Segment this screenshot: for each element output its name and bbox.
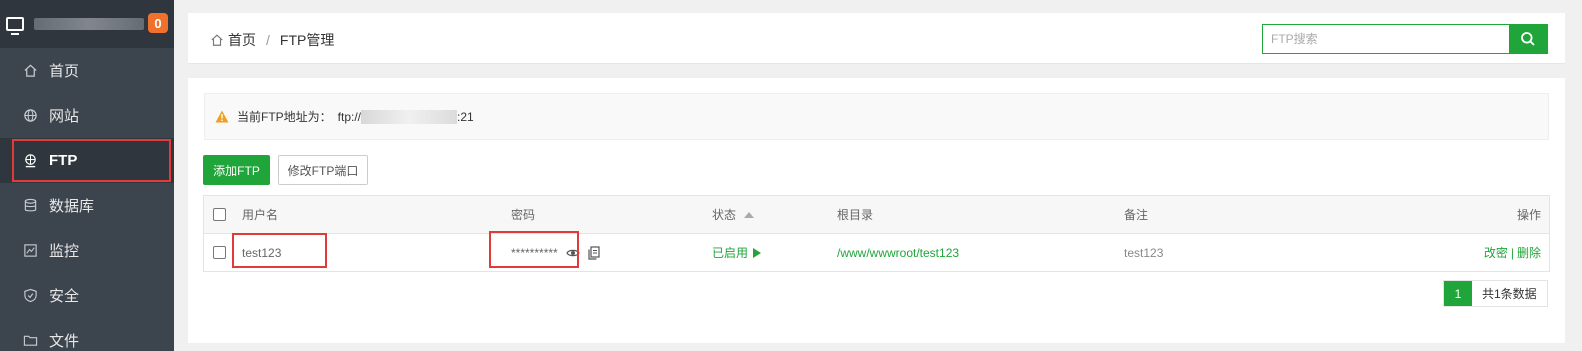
table-header: 用户名 密码 状态 根目录 备注 操作	[204, 196, 1549, 234]
database-icon	[22, 198, 38, 214]
delete-link[interactable]: 删除	[1517, 244, 1541, 261]
highlight-box	[489, 231, 579, 268]
ftp-address-redacted	[361, 109, 458, 124]
breadcrumb: 首页 / FTP管理	[210, 30, 334, 50]
select-all-checkbox[interactable]	[213, 208, 226, 221]
sidebar-item-label: 监控	[49, 243, 80, 260]
ftp-address-notice: 当前FTP地址为： ftp:// :21	[204, 93, 1549, 140]
search-button[interactable]	[1509, 25, 1547, 53]
warning-icon	[215, 110, 229, 123]
breadcrumb-separator: /	[266, 32, 270, 48]
header-username: 用户名	[242, 208, 279, 222]
select-all-cell	[213, 196, 226, 233]
pagination: 1 共1条数据	[1443, 280, 1548, 307]
ftp-address-prefix: ftp://	[337, 109, 362, 124]
notice-label: 当前FTP地址为：	[237, 110, 332, 124]
sidebar-item-monitor[interactable]: 监控	[0, 228, 174, 273]
search-input[interactable]	[1263, 25, 1509, 53]
globe-icon	[22, 108, 38, 124]
row-checkbox[interactable]	[213, 246, 226, 259]
breadcrumb-home[interactable]: 首页	[228, 30, 256, 50]
action-separator: |	[1510, 245, 1514, 260]
server-name-redacted	[34, 18, 144, 30]
monitor-chart-icon	[22, 243, 38, 259]
shield-icon	[22, 288, 38, 304]
highlight-box	[12, 139, 171, 182]
copy-icon[interactable]	[588, 245, 600, 260]
row-select-cell	[213, 234, 226, 271]
row-note[interactable]: test123	[1124, 234, 1163, 271]
ftp-table: 用户名 密码 状态 根目录 备注 操作 test123 ********** 已…	[203, 195, 1550, 272]
row-status-label: 已启用	[712, 246, 749, 260]
sidebar-item-database[interactable]: 数据库	[0, 183, 174, 228]
change-ftp-port-button[interactable]: 修改FTP端口	[278, 155, 368, 185]
header-actions: 操作	[1516, 208, 1541, 222]
search-box	[1262, 24, 1548, 54]
sidebar-item-ftp[interactable]: FTP	[0, 138, 174, 183]
sidebar: 0 首页 网站 FTP 数据库 监控 安全 文件	[0, 0, 174, 351]
header-status[interactable]: 状态	[712, 196, 755, 233]
sidebar-item-label: 网站	[49, 108, 80, 125]
sidebar-item-label: 文件	[49, 333, 80, 350]
row-status[interactable]: 已启用	[712, 234, 762, 271]
header-status-label: 状态	[712, 208, 737, 222]
play-icon	[753, 247, 762, 258]
home-icon	[22, 63, 38, 79]
ftp-address-port: :21	[457, 109, 474, 124]
server-header[interactable]: 0	[0, 0, 174, 48]
row-actions: 改密 | 删除	[1484, 234, 1541, 271]
pagination-total: 共1条数据	[1472, 281, 1547, 306]
page-number-current[interactable]: 1	[1444, 281, 1472, 306]
sidebar-item-label: 安全	[49, 288, 80, 305]
computer-icon	[6, 17, 24, 35]
sidebar-item-security[interactable]: 安全	[0, 273, 174, 318]
sidebar-item-label: 首页	[49, 63, 80, 80]
table-row: test123 ********** 已启用 /www/wwwroot/test…	[204, 231, 1549, 271]
header-root: 根目录	[837, 208, 874, 222]
notification-badge[interactable]: 0	[148, 13, 168, 33]
main-content: 当前FTP地址为： ftp:// :21 添加FTP 修改FTP端口 用户名 密…	[188, 78, 1565, 343]
sidebar-item-files[interactable]: 文件	[0, 318, 174, 351]
page-header: 首页 / FTP管理	[188, 13, 1565, 64]
folder-icon	[22, 333, 38, 349]
sort-asc-icon[interactable]	[744, 211, 755, 218]
sidebar-item-website[interactable]: 网站	[0, 93, 174, 138]
home-icon[interactable]	[210, 33, 224, 47]
change-password-link[interactable]: 改密	[1484, 244, 1508, 261]
breadcrumb-current: FTP管理	[279, 32, 335, 48]
highlight-box	[232, 233, 327, 268]
header-note: 备注	[1124, 208, 1149, 222]
header-password: 密码	[511, 208, 536, 222]
row-root-path[interactable]: /www/wwwroot/test123	[837, 234, 959, 271]
add-ftp-button[interactable]: 添加FTP	[203, 155, 270, 185]
sidebar-item-label: 数据库	[49, 198, 95, 215]
sidebar-item-home[interactable]: 首页	[0, 48, 174, 93]
search-icon	[1521, 32, 1535, 46]
